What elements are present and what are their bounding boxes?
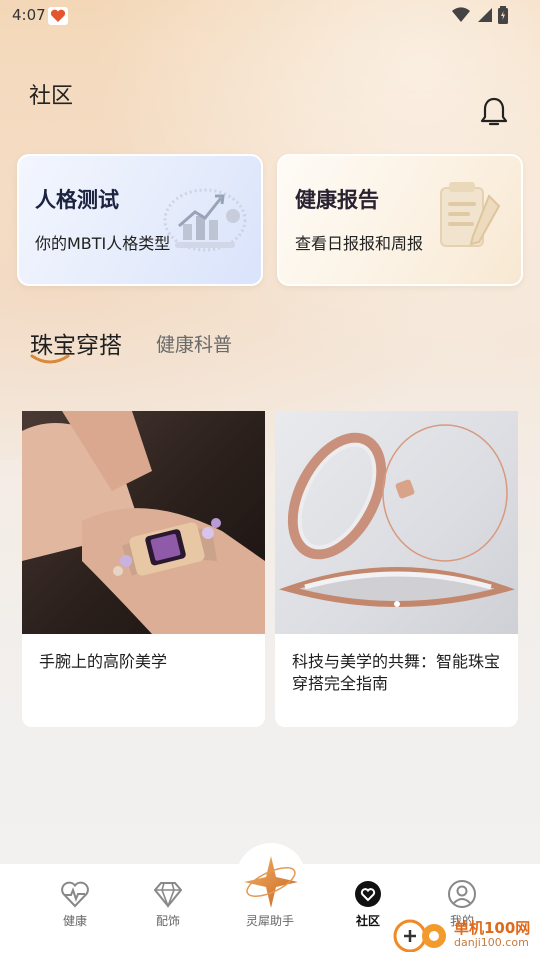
status-time: 4:07 (12, 6, 46, 24)
nav-label[interactable]: 灵犀助手 (234, 912, 306, 929)
nav-item-accessories[interactable]: 配饰 (132, 880, 204, 929)
heart-pulse-icon (61, 881, 89, 908)
card-title: 健康报告 (295, 188, 379, 212)
watermark-logo-icon (393, 919, 446, 952)
star-logo-icon[interactable] (238, 852, 304, 912)
report-document-illustration-icon (440, 182, 501, 247)
wifi-icon (452, 7, 470, 23)
page-title: 社区 (29, 84, 74, 109)
nav-item-health[interactable]: 健康 (39, 880, 111, 929)
nav-label: 健康 (62, 914, 87, 928)
growth-chart-illustration-icon (163, 188, 247, 252)
card-subtitle: 你的MBTI人格类型 (35, 234, 171, 253)
status-bar: 4:07 (0, 0, 540, 32)
active-tab-indicator (30, 354, 70, 364)
feed-card[interactable]: 科技与美学的共舞：智能珠宝穿搭完全指南 (275, 411, 518, 727)
app-notification-icon (48, 7, 68, 25)
system-icons (452, 6, 508, 24)
watermark-title: 单机100网 (454, 918, 531, 937)
notification-bell-icon[interactable] (479, 96, 509, 128)
community-heart-icon (355, 881, 381, 907)
tab-health-science[interactable]: 健康科普 (156, 330, 232, 357)
wrist-watch-photo (22, 411, 265, 634)
card-subtitle: 查看日报报和周报 (295, 234, 424, 253)
diamond-icon (154, 882, 182, 908)
nav-label: 配饰 (155, 914, 180, 928)
health-report-card[interactable]: 健康报告 查看日报报和周报 (277, 154, 523, 286)
user-icon (448, 880, 476, 908)
watermark-url: danji100.com (454, 935, 529, 949)
site-watermark: 单机100网 danji100.com (392, 916, 530, 952)
smart-rings-photo (275, 411, 518, 634)
nav-label: 社区 (355, 914, 380, 928)
card-title: 人格测试 (35, 188, 119, 212)
personality-test-card[interactable]: 人格测试 你的MBTI人格类型 (17, 154, 263, 286)
battery-icon (498, 6, 508, 24)
feed-card-title: 手腕上的高阶美学 (39, 652, 168, 671)
feed-card-title: 科技与美学的共舞：智能珠宝穿搭完全指南 (292, 652, 501, 693)
signal-icon (478, 8, 492, 22)
feed-card[interactable]: 手腕上的高阶美学 (22, 411, 265, 727)
